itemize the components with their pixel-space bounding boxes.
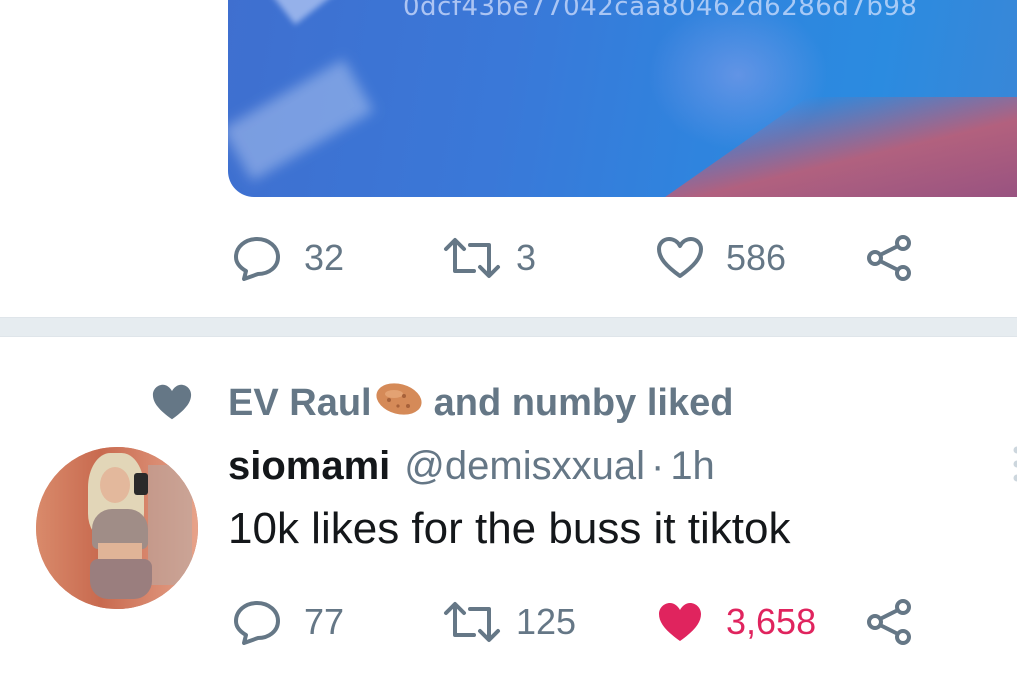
more-options-icon[interactable]: [1010, 444, 1017, 490]
timeline: 0dcf43be77042caa80462d6286d7b98 32 3 586: [0, 0, 1017, 674]
display-name[interactable]: siomami: [228, 444, 390, 489]
reply-icon: [234, 601, 280, 645]
tweet-header: siomami @demisxxual · 1h: [228, 444, 715, 494]
reply-button[interactable]: 77: [232, 594, 344, 650]
like-button[interactable]: 586: [656, 230, 786, 286]
heart-outline-icon: [657, 237, 703, 278]
like-count: 3,658: [726, 601, 817, 642]
potato-emoji-icon: [374, 378, 424, 428]
top-tweet-action-bar: 32 3 586: [228, 230, 948, 286]
user-handle[interactable]: @demisxxual: [404, 444, 645, 489]
media-light-streak: [228, 59, 374, 181]
social-context-suffix: and numby liked: [433, 381, 734, 424]
tweet-media-image[interactable]: 0dcf43be77042caa80462d6286d7b98: [228, 0, 1017, 197]
liker-name: EV Raul: [228, 381, 372, 424]
retweet-icon: [444, 602, 500, 642]
share-icon: [867, 235, 911, 281]
media-overlay-text: 0dcf43be77042caa80462d6286d7b98: [403, 0, 918, 22]
tweet-timestamp[interactable]: 1h: [670, 444, 715, 489]
share-button[interactable]: [866, 230, 914, 286]
share-button[interactable]: [866, 594, 914, 650]
reply-icon: [234, 237, 280, 281]
tweet-text: 10k likes for the buss it tiktok: [228, 504, 791, 553]
heart-filled-icon: [152, 384, 192, 420]
retweet-button[interactable]: 125: [442, 594, 576, 650]
avatar[interactable]: [36, 447, 198, 609]
share-icon: [867, 599, 911, 645]
retweet-count: 125: [516, 601, 577, 642]
reply-count: 32: [304, 237, 345, 278]
reply-button[interactable]: 32: [232, 230, 344, 286]
like-count: 586: [726, 237, 787, 278]
separator-dot: ·: [650, 444, 665, 488]
retweet-count: 3: [516, 237, 537, 278]
heart-filled-icon: [659, 603, 701, 641]
retweet-icon: [444, 238, 500, 278]
tweet-action-bar: 77 125 3,658: [228, 594, 948, 650]
tweet-divider: [0, 317, 1017, 337]
retweet-button[interactable]: 3: [442, 230, 536, 286]
social-context-text[interactable]: EV Raul and numby liked: [228, 378, 733, 428]
reply-count: 77: [304, 601, 345, 642]
like-button[interactable]: 3,658: [656, 594, 816, 650]
